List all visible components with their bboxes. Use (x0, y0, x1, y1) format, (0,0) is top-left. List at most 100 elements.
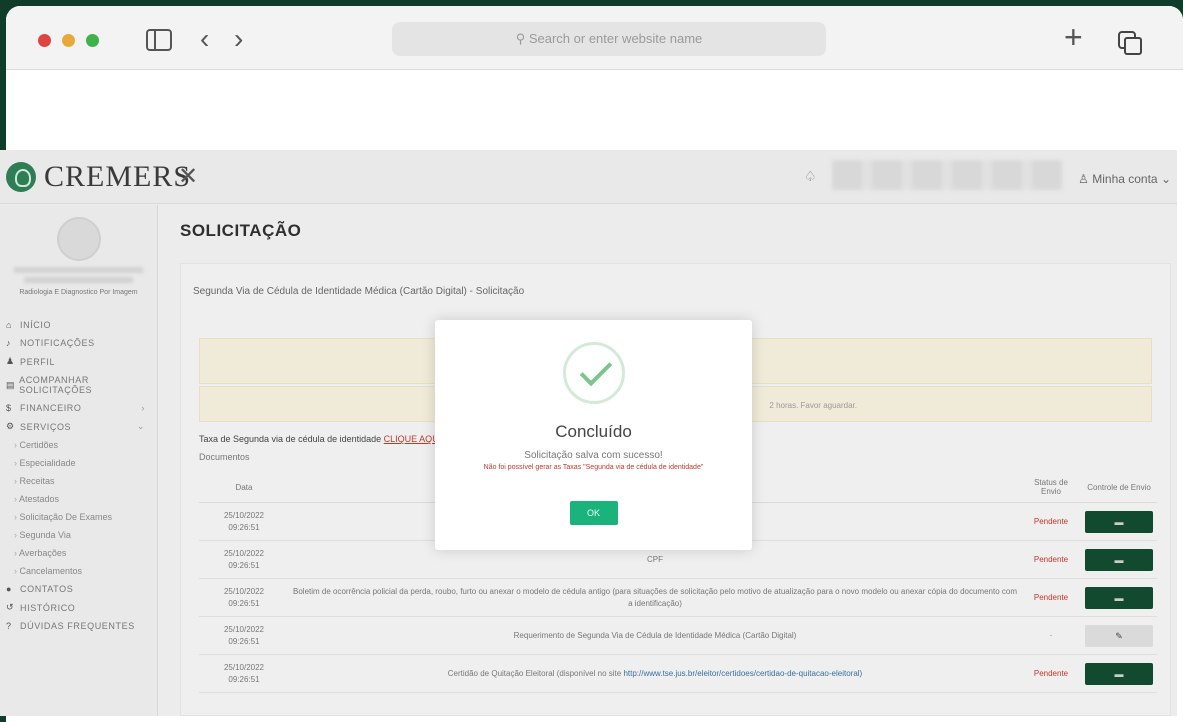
row-date: 25/10/2022 09:26:51 (199, 502, 289, 541)
sidebar-item-acompanhar[interactable]: ▤ ACOMPANHAR SOLICITAÇÕES (0, 371, 157, 399)
document-text: Certidão de Quitação Eleitoral (disponív… (447, 668, 622, 678)
blurred-user-info (832, 160, 1062, 190)
sidebar-item-label: NOTIFICAÇÕES (20, 338, 95, 348)
sidebar-item-notificacoes[interactable]: ♪ NOTIFICAÇÕES (0, 334, 157, 352)
dialog-message: Solicitação salva com sucesso! (524, 450, 663, 461)
row-action: ✎ (1081, 616, 1157, 655)
upload-button[interactable]: ▬ (1085, 586, 1153, 609)
row-action: ▬ (1081, 540, 1157, 579)
sidebar-subitem-atestados[interactable]: Atestados (0, 490, 157, 508)
account-menu[interactable]: ♙ Minha conta ⌄ (1078, 172, 1171, 186)
time-text: 09:26:51 (228, 598, 260, 608)
sidebar-item-label: FINANCEIRO (20, 403, 82, 413)
sidebar-item-inicio[interactable]: ⌂ INÍCIO (0, 316, 157, 334)
sidebar-subitem-segunda-via[interactable]: Segunda Via (0, 526, 157, 544)
column-header-status: Status de Envio (1021, 472, 1081, 503)
dialog-error-message: Não foi possível gerar as Taxas "Segunda… (483, 464, 704, 471)
site-header: CREMERS ✕ ♤ ♙ Minha conta ⌄ (0, 150, 1177, 204)
tab-overview-icon[interactable] (1118, 31, 1142, 55)
folder-icon: ▬ (1114, 668, 1124, 679)
table-row: 25/10/2022 09:26:51 Certidão de Quitação … (199, 654, 1157, 693)
dollar-icon: $ (6, 403, 12, 413)
close-menu-icon[interactable]: ✕ (178, 162, 198, 191)
history-icon: ↺ (6, 602, 15, 612)
row-date: 25/10/2022 09:26:51 (199, 616, 289, 655)
sidebar-item-historico[interactable]: ↺ HISTÓRICO (0, 598, 157, 617)
close-window-button[interactable] (38, 34, 51, 47)
upload-button[interactable]: ▬ (1085, 510, 1153, 533)
status-badge: Pendente (1021, 502, 1081, 541)
sidebar-item-financeiro[interactable]: $ FINANCEIRO › (0, 399, 157, 417)
row-date: 25/10/2022 09:26:51 (199, 654, 289, 693)
sidebar-subitem-cancelamentos[interactable]: Cancelamentos (0, 562, 157, 580)
new-tab-icon[interactable]: + (1064, 20, 1083, 54)
sidebar-item-perfil[interactable]: ♟ PERFIL (0, 352, 157, 371)
status-badge: Pendente (1021, 540, 1081, 579)
user-icon: ♟ (6, 356, 15, 366)
user-icon: ♙ (1078, 172, 1093, 186)
card-header: Segunda Via de Cédula de Identidade Médi… (193, 286, 525, 297)
row-action: ▬ (1081, 502, 1157, 541)
chevron-down-icon: ⌄ (136, 421, 145, 431)
minimize-window-button[interactable] (62, 34, 75, 47)
documents-label: Documentos (199, 452, 250, 462)
tax-label: Taxa de Segunda via de cédula de identid… (199, 434, 382, 444)
notification-bell-icon[interactable]: ♤ (804, 168, 817, 185)
row-document: Certidão de Quitação Eleitoral (disponív… (289, 654, 1021, 693)
sidebar-subitem-exames[interactable]: Solicitação De Exames (0, 508, 157, 526)
folder-icon: ▬ (1114, 516, 1124, 527)
sidebar-subitem-certidoes[interactable]: Certidões (0, 436, 157, 454)
sidebar-subitem-averbacoes[interactable]: Averbações (0, 544, 157, 562)
row-action: ▬ (1081, 578, 1157, 617)
row-document: Boletim de ocorrência policial da perda,… (289, 578, 1021, 617)
row-date: 25/10/2022 09:26:51 (199, 578, 289, 617)
sidebar-item-contatos[interactable]: ● CONTATOS (0, 580, 157, 598)
blurred-name (14, 267, 143, 273)
table-row: 25/10/2022 09:26:51 Boletim de ocorrência… (199, 578, 1157, 617)
forward-icon[interactable]: › (234, 22, 243, 56)
sidebar-item-label: DÚVIDAS FREQUENTES (20, 621, 135, 631)
address-bar[interactable]: ⚲ Search or enter website name (392, 22, 826, 56)
row-document: Requerimento de Segunda Via de Cédula de… (289, 616, 1021, 655)
upload-button[interactable]: ▬ (1085, 662, 1153, 685)
search-icon: ⚲ (515, 31, 529, 46)
status-badge: Pendente (1021, 578, 1081, 617)
ok-button[interactable]: OK (569, 501, 618, 525)
page-title: SOLICITAÇÃO (180, 221, 302, 240)
dialog-title: Concluído (555, 422, 632, 441)
upload-button[interactable]: ▬ (1085, 548, 1153, 571)
question-icon: ? (6, 621, 12, 631)
browser-toolbar: ‹ › ⚲ Search or enter website name + (6, 6, 1183, 70)
chat-icon: ● (6, 584, 13, 594)
logo[interactable]: CREMERS (6, 160, 191, 194)
time-text: 09:26:51 (228, 560, 260, 570)
logo-text: CREMERS (44, 160, 192, 193)
chevron-down-icon: ⌄ (1157, 172, 1171, 186)
chevron-right-icon: › (141, 403, 145, 413)
date-text: 25/10/2022 (223, 586, 265, 596)
maximize-window-button[interactable] (86, 34, 99, 47)
user-specialty: Radiologia E Diagnostico Por Imagem (19, 289, 138, 296)
account-label: Minha conta (1092, 172, 1158, 186)
edit-button[interactable]: ✎ (1085, 624, 1153, 647)
folder-icon: ▬ (1114, 554, 1124, 565)
sidebar-item-label: SERVIÇOS (20, 421, 72, 432)
sidebar-subitem-especialidade[interactable]: Especialidade (0, 454, 157, 472)
logo-icon (6, 162, 36, 192)
clipboard-icon: ▤ (6, 379, 16, 390)
tax-line: Taxa de Segunda via de cédula de identid… (199, 434, 441, 444)
back-icon[interactable]: ‹ (200, 22, 209, 56)
sidebar: Radiologia E Diagnostico Por Imagem ⌂ INÍ… (0, 205, 158, 716)
sidebar-item-duvidas[interactable]: ? DÚVIDAS FREQUENTES (0, 617, 157, 635)
blurred-name-2 (24, 277, 133, 283)
sidebar-item-servicos[interactable]: ⚙ SERVIÇOS ⌄ (0, 417, 157, 436)
date-text: 25/10/2022 (223, 510, 265, 520)
sidebar-item-label: INÍCIO (20, 320, 52, 330)
status-badge: Pendente (1021, 654, 1081, 693)
cogs-icon: ⚙ (6, 421, 15, 431)
sidebar-toggle-icon[interactable] (146, 29, 172, 51)
tax-link[interactable]: CLIQUE AQUI (384, 434, 442, 444)
address-placeholder: Search or enter website name (528, 31, 703, 46)
sidebar-subitem-receitas[interactable]: Receitas (0, 472, 157, 490)
document-link[interactable]: http://www.tse.jus.br/eleitor/certidoes/… (623, 669, 862, 678)
